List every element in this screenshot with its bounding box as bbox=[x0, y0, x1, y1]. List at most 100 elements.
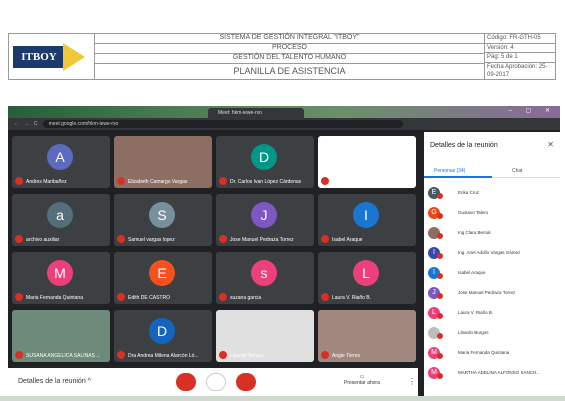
participant-tile[interactable]: Angie Torres bbox=[318, 310, 416, 362]
participant-name: Maria Fernanda Quintana bbox=[26, 295, 83, 301]
mic-muted-icon bbox=[219, 351, 227, 359]
participant-row[interactable]: G Gustavo Talero bbox=[428, 204, 558, 224]
close-icon[interactable]: ✕ bbox=[547, 140, 554, 149]
meeting-controls: Detalles de la reunión ^ ▭ Presentar ahor… bbox=[8, 368, 418, 396]
mic-muted-icon bbox=[117, 177, 125, 185]
meet-tab[interactable]: Meet: hkm-iewe-rxo bbox=[208, 108, 304, 118]
participant-tile[interactable]: E Edith DE CASTRO bbox=[114, 252, 212, 304]
mic-muted-icon bbox=[437, 233, 443, 239]
mic-muted-icon bbox=[321, 293, 329, 301]
logo-chevron bbox=[63, 42, 85, 71]
video-grid: A Andres Maribañez Elizabeth Camargo Varga… bbox=[12, 136, 418, 368]
back-icon[interactable]: ← bbox=[14, 121, 19, 127]
participant-name: Elizabeth Camargo Vargas bbox=[128, 179, 188, 185]
logo-text: ITBOY bbox=[13, 45, 65, 68]
tab-chat[interactable]: Chat bbox=[512, 168, 523, 174]
participant-row[interactable]: J Jose Manuel Pedraza Torrez bbox=[428, 284, 558, 304]
doc-code: Código: FR-GTH-05 bbox=[485, 34, 555, 44]
reload-icon[interactable]: C bbox=[34, 121, 38, 127]
tab-bar: Meet: hkm-iewe-rxo – ▢ ✕ bbox=[8, 106, 560, 118]
participant-avatar: S bbox=[149, 202, 175, 228]
mic-muted-icon bbox=[437, 213, 443, 219]
mic-muted-icon bbox=[437, 273, 443, 279]
participant-name: SUSANA ANGELICA SALINAS ... bbox=[26, 353, 101, 359]
active-tab-indicator bbox=[424, 176, 492, 178]
participant-avatar: a bbox=[47, 202, 73, 228]
form-title: PLANILLA DE ASISTENCIA bbox=[233, 66, 346, 77]
address-bar: ← → C meet.google.com/hkm-iewe-rxo bbox=[8, 118, 560, 130]
mic-muted-icon bbox=[321, 235, 329, 243]
participant-tile[interactable]: a archivo auxiliar bbox=[12, 194, 110, 246]
participant-name: Andres Maribañez bbox=[26, 179, 67, 185]
participant-tile[interactable]: Danna Medina bbox=[318, 136, 416, 188]
camera-off-button[interactable] bbox=[236, 373, 256, 391]
forward-icon[interactable]: → bbox=[24, 121, 29, 127]
participant-row[interactable]: Ing Clara Bernal bbox=[428, 224, 558, 244]
mic-muted-icon bbox=[437, 313, 443, 319]
meeting-details-panel: Detalles de la reunión ✕ Personas (34) C… bbox=[424, 132, 560, 396]
participant-tile[interactable]: L Laura V. Riaño B. bbox=[318, 252, 416, 304]
meeting-details-toggle[interactable]: Detalles de la reunión ^ bbox=[18, 378, 91, 385]
participant-tile[interactable]: S Samuel vargas lopez bbox=[114, 194, 212, 246]
participant-tile[interactable]: D Dra Andrea Milena Alarcón Ló... bbox=[114, 310, 212, 362]
participant-name: Danna Medina bbox=[332, 179, 365, 185]
participant-name: suzana garcia bbox=[230, 295, 262, 301]
mic-muted-icon bbox=[437, 373, 443, 379]
present-now-button[interactable]: ▭ Presentar ahora bbox=[344, 374, 380, 386]
participant-tile[interactable]: s suzana garcia bbox=[216, 252, 314, 304]
page: ITBOY SISTEMA DE GESTIÓN INTEGRAL "ITBOY… bbox=[0, 0, 565, 401]
participant-row[interactable]: M MARTHA ADELINA ALFONSO SANCH... bbox=[428, 364, 558, 384]
more-options-icon[interactable]: ⋮ bbox=[408, 377, 416, 386]
mic-muted-icon bbox=[117, 235, 125, 243]
participant-name: Dr. Carlos Ivan López Cárdenas bbox=[230, 179, 302, 185]
mic-muted-icon bbox=[219, 235, 227, 243]
participant-name: Libardo Burgos bbox=[230, 353, 264, 359]
mic-muted-icon bbox=[117, 293, 125, 301]
mic-muted-icon bbox=[15, 351, 23, 359]
os-taskbar bbox=[0, 396, 565, 401]
participant-tile[interactable]: M Maria Fernanda Quintana bbox=[12, 252, 110, 304]
mic-muted-icon bbox=[437, 333, 443, 339]
mic-muted-icon bbox=[219, 177, 227, 185]
hang-up-button[interactable] bbox=[206, 373, 226, 391]
mic-muted-icon bbox=[437, 293, 443, 299]
doc-page: Pág: 5 de 1 bbox=[485, 53, 555, 64]
doc-version: Versión: 4 bbox=[485, 44, 555, 54]
mic-muted-icon bbox=[321, 177, 329, 185]
browser-window: Meet: hkm-iewe-rxo – ▢ ✕ ← → C meet.goog… bbox=[8, 106, 560, 396]
mic-muted-icon bbox=[15, 177, 23, 185]
document-meta: Código: FR-GTH-05 Versión: 4 Pág: 5 de 1… bbox=[485, 34, 555, 79]
participant-name: Ing Clara Bernal bbox=[458, 230, 491, 235]
participant-name: Edith DE CASTRO bbox=[128, 295, 170, 301]
participant-row[interactable]: Libardo Burgos bbox=[428, 324, 558, 344]
mic-muted-icon bbox=[437, 253, 443, 259]
participant-name: Libardo Burgos bbox=[458, 330, 489, 335]
participant-row[interactable]: M Maria Fernanda Quintana bbox=[428, 344, 558, 364]
participant-row[interactable]: I Isabel Araque bbox=[428, 264, 558, 284]
participant-name: Laura V. Riaño B. bbox=[458, 310, 494, 315]
participant-tile[interactable]: I Isabel Araque bbox=[318, 194, 416, 246]
participant-tile[interactable]: Elizabeth Camargo Vargas bbox=[114, 136, 212, 188]
participant-tile[interactable]: SUSANA ANGELICA SALINAS ... bbox=[12, 310, 110, 362]
url-field[interactable]: meet.google.com/hkm-iewe-rxo bbox=[42, 120, 403, 128]
participant-name: Maria Fernanda Quintana bbox=[458, 350, 510, 355]
participant-tile[interactable]: Libardo Burgos bbox=[216, 310, 314, 362]
participant-name: Isabel Araque bbox=[332, 237, 363, 243]
mic-muted-icon bbox=[117, 351, 125, 359]
mic-off-button[interactable] bbox=[176, 373, 196, 391]
participant-row[interactable]: I Ing. Ariel Adolfo Vargas Gámez bbox=[428, 244, 558, 264]
participant-tile[interactable]: J Jose Manuel Pedraza Torrez bbox=[216, 194, 314, 246]
participant-avatar: J bbox=[251, 202, 277, 228]
tab-people[interactable]: Personas (34) bbox=[434, 168, 465, 174]
participant-row[interactable]: L Laura V. Riaño B. bbox=[428, 304, 558, 324]
participant-avatar: E bbox=[149, 260, 175, 286]
participant-name: Jose Manuel Pedraza Torrez bbox=[230, 237, 294, 243]
window-controls[interactable]: – ▢ ✕ bbox=[509, 107, 556, 114]
participant-tile[interactable]: D Dr. Carlos Ivan López Cárdenas bbox=[216, 136, 314, 188]
participant-tile[interactable]: A Andres Maribañez bbox=[12, 136, 110, 188]
participant-name: Angie Torres bbox=[332, 353, 360, 359]
participant-name: MARTHA ADELINA ALFONSO SANCH... bbox=[458, 370, 540, 375]
participant-avatar: s bbox=[251, 260, 277, 286]
participant-name: Ing. Ariel Adolfo Vargas Gámez bbox=[458, 250, 521, 255]
participant-row[interactable]: E Erika Cruz bbox=[428, 184, 558, 204]
